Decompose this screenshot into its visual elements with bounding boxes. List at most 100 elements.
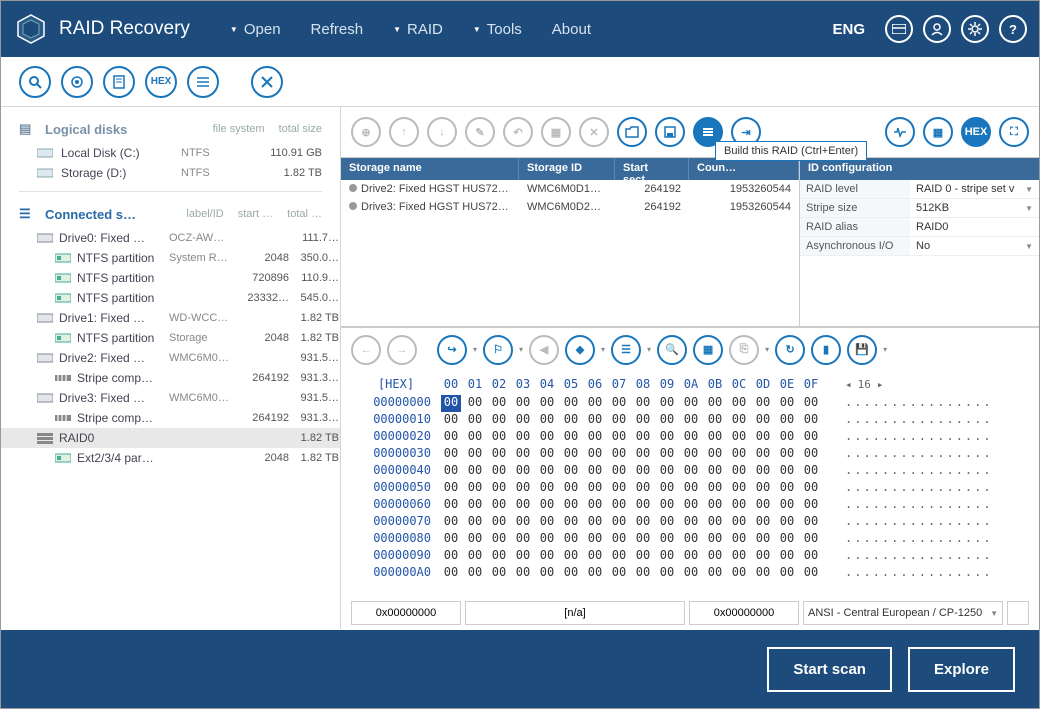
hex-row[interactable]: 0000008000000000000000000000000000000000… <box>351 531 1029 548</box>
menu-tools[interactable]: ▼Tools <box>473 21 522 38</box>
part-icon <box>55 331 71 345</box>
document-icon[interactable] <box>103 66 135 98</box>
status-extra[interactable] <box>1007 601 1029 625</box>
hex-row[interactable]: 0000007000000000000000000000000000000000… <box>351 514 1029 531</box>
part-icon <box>55 451 71 465</box>
table-row[interactable]: Drive2: Fixed HGST HUS722T1…WMC6M0D1PLCA… <box>341 180 799 198</box>
disk-icon <box>37 351 53 365</box>
part-icon <box>55 251 71 265</box>
undo-icon: ↶ <box>503 117 533 147</box>
encoding-select[interactable]: ANSI - Central European / CP-1250▼ <box>803 601 1003 625</box>
hex-label: [HEX] <box>351 377 441 391</box>
hex-page-nav[interactable]: ◂16▸ <box>845 377 884 391</box>
chart-icon[interactable]: ▦ <box>923 117 953 147</box>
hex-row[interactable]: 0000009000000000000000000000000000000000… <box>351 548 1029 565</box>
right-offset-input[interactable] <box>689 601 799 625</box>
hex-row[interactable]: 0000006000000000000000000000000000000000… <box>351 497 1029 514</box>
stripe-icon <box>55 411 71 425</box>
config-row[interactable]: Stripe size512KB▼ <box>800 199 1039 218</box>
hex-row[interactable]: 0000003000000000000000000000000000000000… <box>351 446 1029 463</box>
disk-icon <box>37 391 53 405</box>
tooltip: Build this RAID (Ctrl+Enter) <box>715 141 867 161</box>
storage-row[interactable]: Drive2: Fixed …WMC6M0…931.5… <box>1 348 340 368</box>
center-input[interactable] <box>465 601 685 625</box>
hex-row[interactable]: 0000005000000000000000000000000000000000… <box>351 480 1029 497</box>
disk-icon <box>37 146 55 160</box>
storage-row[interactable]: Drive1: Fixed …WD-WCC…1.82 TB <box>1 308 340 328</box>
config-row[interactable]: RAID levelRAID 0 - stripe set v▼ <box>800 180 1039 199</box>
hex-view-icon[interactable]: HEX <box>961 117 991 147</box>
language-label[interactable]: ENG <box>832 21 865 38</box>
storage-row[interactable]: Drive0: Fixed …OCZ-AW…111.7… <box>1 228 340 248</box>
logical-disk-row[interactable]: Local Disk (C:)NTFS110.91 GB <box>1 143 340 163</box>
user-icon[interactable] <box>923 15 951 43</box>
storage-row[interactable]: NTFS partition23332…545.0… <box>1 288 340 308</box>
storage-row[interactable]: RAID01.82 TB <box>1 428 340 448</box>
hex-row[interactable]: 000000A000000000000000000000000000000000… <box>351 565 1029 582</box>
hex-row[interactable]: 0000002000000000000000000000000000000000… <box>351 429 1029 446</box>
hex-row[interactable]: 0000001000000000000000000000000000000000… <box>351 412 1029 429</box>
storage-row[interactable]: Ext2/3/4 par…20481.82 TB <box>1 448 340 468</box>
hex-list-icon[interactable]: ☰ <box>611 335 641 365</box>
hex-prev-icon: ◀ <box>529 335 559 365</box>
grid-icon: ▦ <box>541 117 571 147</box>
config-row[interactable]: RAID aliasRAID0 <box>800 218 1039 237</box>
storage-row[interactable]: Stripe comp…264192931.3… <box>1 368 340 388</box>
hex-save-icon[interactable]: 💾 <box>847 335 877 365</box>
hex-col-icon[interactable]: ▮ <box>811 335 841 365</box>
down-arrow-icon: ↓ <box>427 117 457 147</box>
col-storage-id[interactable]: Storage ID <box>519 158 615 180</box>
hex-refresh-icon[interactable]: ↻ <box>775 335 805 365</box>
search-icon[interactable] <box>19 66 51 98</box>
logical-disks-header: ▤ Logical disks file systemtotal size <box>1 115 340 143</box>
hex-copy-icon: ⎘ <box>729 335 759 365</box>
col-storage-name[interactable]: Storage name <box>341 158 519 180</box>
hex-row[interactable]: 0000000000000000000000000000000000000000… <box>351 395 1029 412</box>
app-logo-icon <box>13 11 49 47</box>
menu-raid[interactable]: ▼RAID <box>393 21 443 38</box>
open-folder-icon[interactable] <box>617 117 647 147</box>
explore-button[interactable]: Explore <box>908 647 1015 692</box>
logical-disk-row[interactable]: Storage (D:)NTFS1.82 TB <box>1 163 340 183</box>
edit-icon: ✎ <box>465 117 495 147</box>
stripe-icon <box>55 371 71 385</box>
save-icon[interactable] <box>655 117 685 147</box>
hex-bookmark-icon[interactable]: ⚐ <box>483 335 513 365</box>
menu-open[interactable]: ▼Open <box>230 21 281 38</box>
hex-grid-icon[interactable]: ▦ <box>693 335 723 365</box>
disk-icon: ▤ <box>19 121 37 137</box>
help-icon[interactable]: ? <box>999 15 1027 43</box>
config-row[interactable]: Asynchronous I/ONo▼ <box>800 237 1039 256</box>
storage-row[interactable]: NTFS partitionStorage20481.82 TB <box>1 328 340 348</box>
hex-row[interactable]: 0000004000000000000000000000000000000000… <box>351 463 1029 480</box>
hex-button[interactable]: HEX <box>145 66 177 98</box>
table-row[interactable]: Drive3: Fixed HGST HUS722T1…WMC6M0D2D6XA… <box>341 198 799 216</box>
disk-icon <box>37 166 55 180</box>
col-start-sect[interactable]: Start sect… <box>615 158 689 180</box>
menu-refresh[interactable]: Refresh <box>311 21 364 38</box>
remove-icon: ✕ <box>579 117 609 147</box>
expand-icon[interactable]: ⛶ <box>999 117 1029 147</box>
hex-goto-icon[interactable]: ↪ <box>437 335 467 365</box>
storage-row[interactable]: NTFS partitionSystem R…2048350.0… <box>1 248 340 268</box>
start-scan-button[interactable]: Start scan <box>767 647 892 692</box>
list-icon[interactable] <box>187 66 219 98</box>
storage-row[interactable]: NTFS partition720896110.9… <box>1 268 340 288</box>
storage-row[interactable]: Stripe comp…264192931.3… <box>1 408 340 428</box>
close-icon[interactable] <box>251 66 283 98</box>
disk-icon <box>37 231 53 245</box>
hex-search-icon[interactable]: 🔍 <box>657 335 687 365</box>
hex-tag-icon[interactable]: ◆ <box>565 335 595 365</box>
disk-icon <box>37 311 53 325</box>
col-count[interactable]: Coun… <box>689 158 799 180</box>
menu-about[interactable]: About <box>552 21 591 38</box>
scan-icon[interactable] <box>61 66 93 98</box>
raid-icon <box>37 431 53 445</box>
gear-icon[interactable] <box>961 15 989 43</box>
offset-input[interactable] <box>351 601 461 625</box>
hex-forward-icon: → <box>387 335 417 365</box>
storage-row[interactable]: Drive3: Fixed …WMC6M0…931.5… <box>1 388 340 408</box>
hex-back-icon: ← <box>351 335 381 365</box>
topbar-card-icon[interactable] <box>885 15 913 43</box>
pulse-icon[interactable] <box>885 117 915 147</box>
